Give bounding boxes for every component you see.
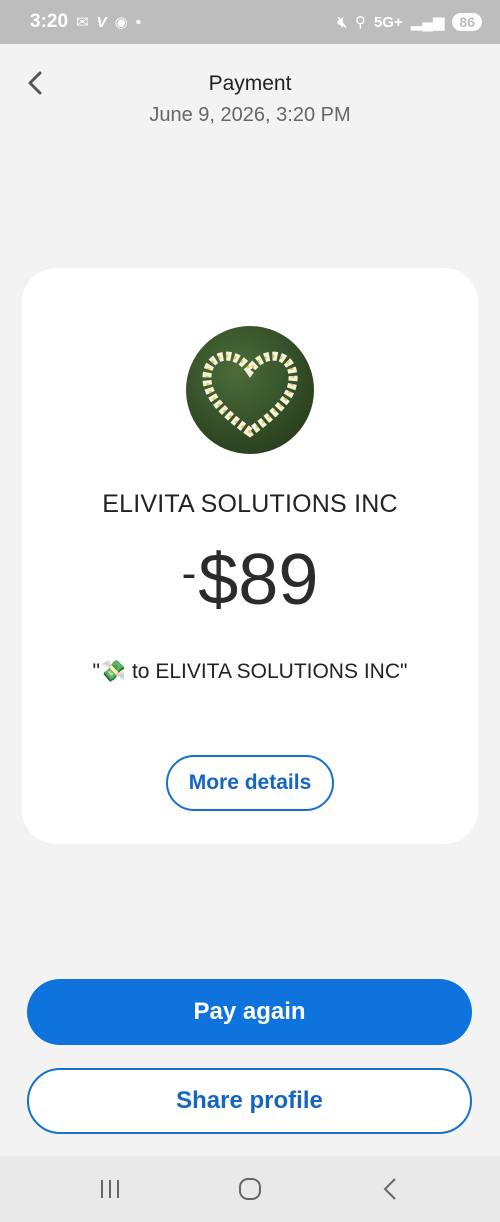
recent-apps-button[interactable] bbox=[90, 1174, 130, 1204]
share-profile-button[interactable]: Share profile bbox=[27, 1068, 472, 1134]
venmo-icon: V bbox=[96, 13, 107, 31]
flower-heart-avatar-image bbox=[202, 351, 298, 438]
dot-icon: • bbox=[135, 13, 141, 31]
battery-icon: 86 bbox=[452, 13, 482, 31]
back-arrow-icon bbox=[383, 1178, 396, 1200]
mail-icon: ✉ bbox=[76, 14, 89, 31]
more-details-button[interactable]: More details bbox=[166, 755, 334, 811]
network-type: 5G+ bbox=[373, 13, 403, 31]
location-icon: ⚲ bbox=[354, 14, 366, 31]
page-subtitle: June 9, 2026, 3:20 PM bbox=[149, 104, 351, 126]
status-bar: 3:20 ✉ V ◉ • 🔇︎ ⚲ 5G+ ▂▄▆ 86 bbox=[0, 0, 500, 44]
home-button[interactable] bbox=[230, 1174, 270, 1204]
system-nav-bar bbox=[0, 1156, 500, 1222]
payment-amount: -$89 bbox=[22, 544, 478, 616]
messenger-icon: ◉ bbox=[114, 14, 128, 31]
header: Payment June 9, 2026, 3:20 PM bbox=[0, 44, 500, 144]
amount-value: $89 bbox=[198, 540, 319, 620]
avatar[interactable] bbox=[186, 326, 314, 454]
transaction-card: ELIVITA SOLUTIONS INC -$89 "💸 to ELIVITA… bbox=[22, 268, 478, 844]
amount-sign: - bbox=[181, 549, 197, 598]
page-title: Payment bbox=[208, 72, 292, 95]
mute-icon: 🔇︎ bbox=[337, 13, 347, 31]
signal-icon: ▂▄▆ bbox=[410, 14, 445, 31]
recipient-name: ELIVITA SOLUTIONS INC bbox=[102, 490, 398, 518]
home-icon bbox=[239, 1178, 261, 1200]
payment-note: "💸 to ELIVITA SOLUTIONS INC" bbox=[92, 660, 408, 683]
system-back-button[interactable] bbox=[370, 1174, 410, 1204]
recents-icon bbox=[101, 1180, 119, 1198]
pay-again-button[interactable]: Pay again bbox=[27, 979, 472, 1045]
status-time: 3:20 bbox=[30, 11, 69, 32]
